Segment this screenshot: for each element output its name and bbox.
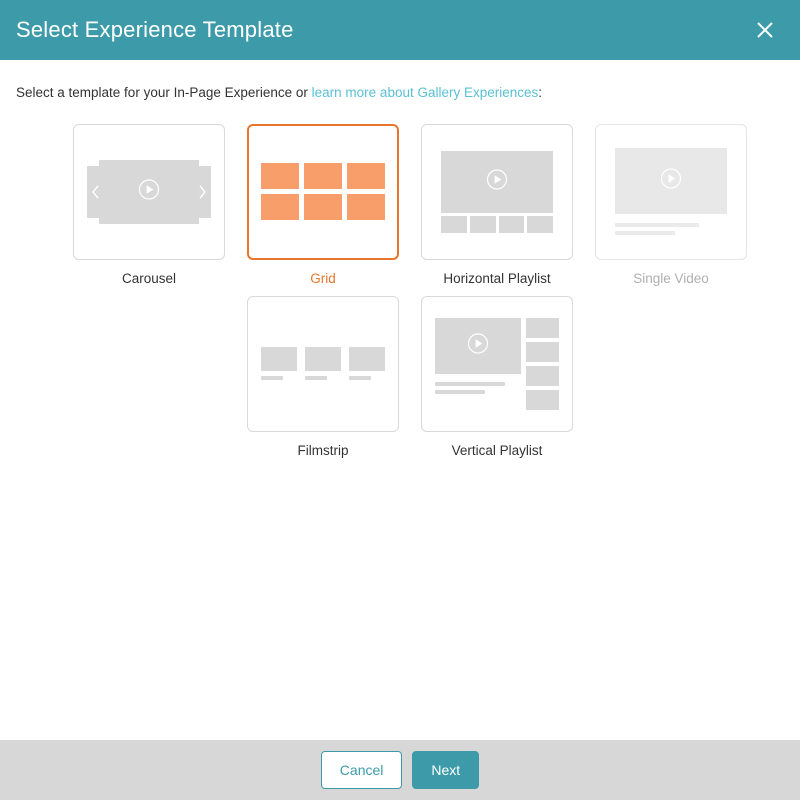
vp-thumb-item	[526, 390, 559, 410]
close-icon	[755, 20, 775, 40]
next-button[interactable]: Next	[412, 751, 479, 789]
template-option-filmstrip[interactable]: Filmstrip	[236, 296, 410, 458]
vp-left-column	[435, 318, 521, 410]
instruction-suffix: :	[538, 85, 542, 100]
carousel-main-video	[99, 160, 199, 224]
hp-thumb-item	[499, 216, 525, 233]
hp-thumb-item	[470, 216, 496, 233]
template-preview-carousel	[73, 124, 225, 260]
template-label-carousel: Carousel	[122, 271, 176, 286]
template-option-carousel[interactable]: Carousel	[62, 124, 236, 286]
vp-thumb-item	[526, 342, 559, 362]
template-preview-filmstrip	[247, 296, 399, 432]
fs-item	[305, 347, 341, 380]
grid-tile	[304, 163, 342, 189]
cancel-button[interactable]: Cancel	[321, 751, 403, 789]
template-option-grid[interactable]: Grid	[236, 124, 410, 286]
horizontal-playlist-thumbnail	[441, 151, 553, 233]
grid-tile	[347, 163, 385, 189]
template-option-vertical-playlist[interactable]: Vertical Playlist	[410, 296, 584, 458]
vp-caption-line	[435, 390, 485, 394]
modal-footer: Cancel Next	[0, 740, 800, 800]
instruction-text: Select a template for your In-Page Exper…	[16, 84, 784, 102]
template-preview-grid	[247, 124, 399, 260]
close-button[interactable]	[750, 15, 780, 45]
play-icon	[486, 168, 508, 195]
grid-tile	[261, 163, 299, 189]
hp-thumbnail-row	[441, 216, 553, 233]
filmstrip-thumbnail	[261, 347, 385, 380]
fs-caption-line	[305, 376, 327, 380]
vp-main-video	[435, 318, 521, 374]
play-icon	[467, 332, 489, 359]
instruction-prefix: Select a template for your In-Page Exper…	[16, 85, 312, 100]
gallery-experiences-link[interactable]: learn more about Gallery Experiences	[312, 85, 539, 100]
vertical-playlist-thumbnail	[435, 318, 559, 410]
vp-caption-line	[435, 382, 505, 386]
grid-tile	[304, 194, 342, 220]
fs-image	[349, 347, 385, 371]
grid-thumbnail	[261, 163, 385, 220]
template-preview-single-video	[595, 124, 747, 260]
hp-thumb-item	[441, 216, 467, 233]
template-option-horizontal-playlist[interactable]: Horizontal Playlist	[410, 124, 584, 286]
play-icon	[660, 168, 682, 195]
vp-playlist-column	[526, 318, 559, 410]
fs-image	[261, 347, 297, 371]
page-title: Select Experience Template	[16, 17, 294, 43]
grid-tile	[261, 194, 299, 220]
play-icon	[138, 178, 160, 205]
fs-caption-line	[349, 376, 371, 380]
template-grid: Carousel Grid	[62, 124, 774, 468]
template-option-single-video[interactable]: Single Video	[584, 124, 758, 286]
modal-header: Select Experience Template	[0, 0, 800, 60]
fs-item	[349, 347, 385, 380]
sv-main-video	[615, 148, 727, 214]
template-label-horizontal-playlist: Horizontal Playlist	[443, 271, 550, 286]
fs-caption-line	[261, 376, 283, 380]
sv-caption-line	[615, 231, 675, 235]
carousel-thumbnail	[87, 160, 211, 224]
template-label-vertical-playlist: Vertical Playlist	[452, 443, 543, 458]
template-preview-vertical-playlist	[421, 296, 573, 432]
hp-main-video	[441, 151, 553, 213]
hp-thumb-item	[527, 216, 553, 233]
sv-caption-line	[615, 223, 699, 227]
modal-body: Select a template for your In-Page Exper…	[0, 60, 800, 740]
single-video-thumbnail	[615, 148, 727, 235]
vp-thumb-item	[526, 366, 559, 386]
vp-thumb-item	[526, 318, 559, 338]
template-label-filmstrip: Filmstrip	[298, 443, 349, 458]
grid-tile	[347, 194, 385, 220]
fs-item	[261, 347, 297, 380]
template-label-single-video: Single Video	[633, 271, 709, 286]
template-label-grid: Grid	[310, 271, 336, 286]
template-preview-horizontal-playlist	[421, 124, 573, 260]
grid-spacer	[62, 296, 236, 468]
fs-image	[305, 347, 341, 371]
